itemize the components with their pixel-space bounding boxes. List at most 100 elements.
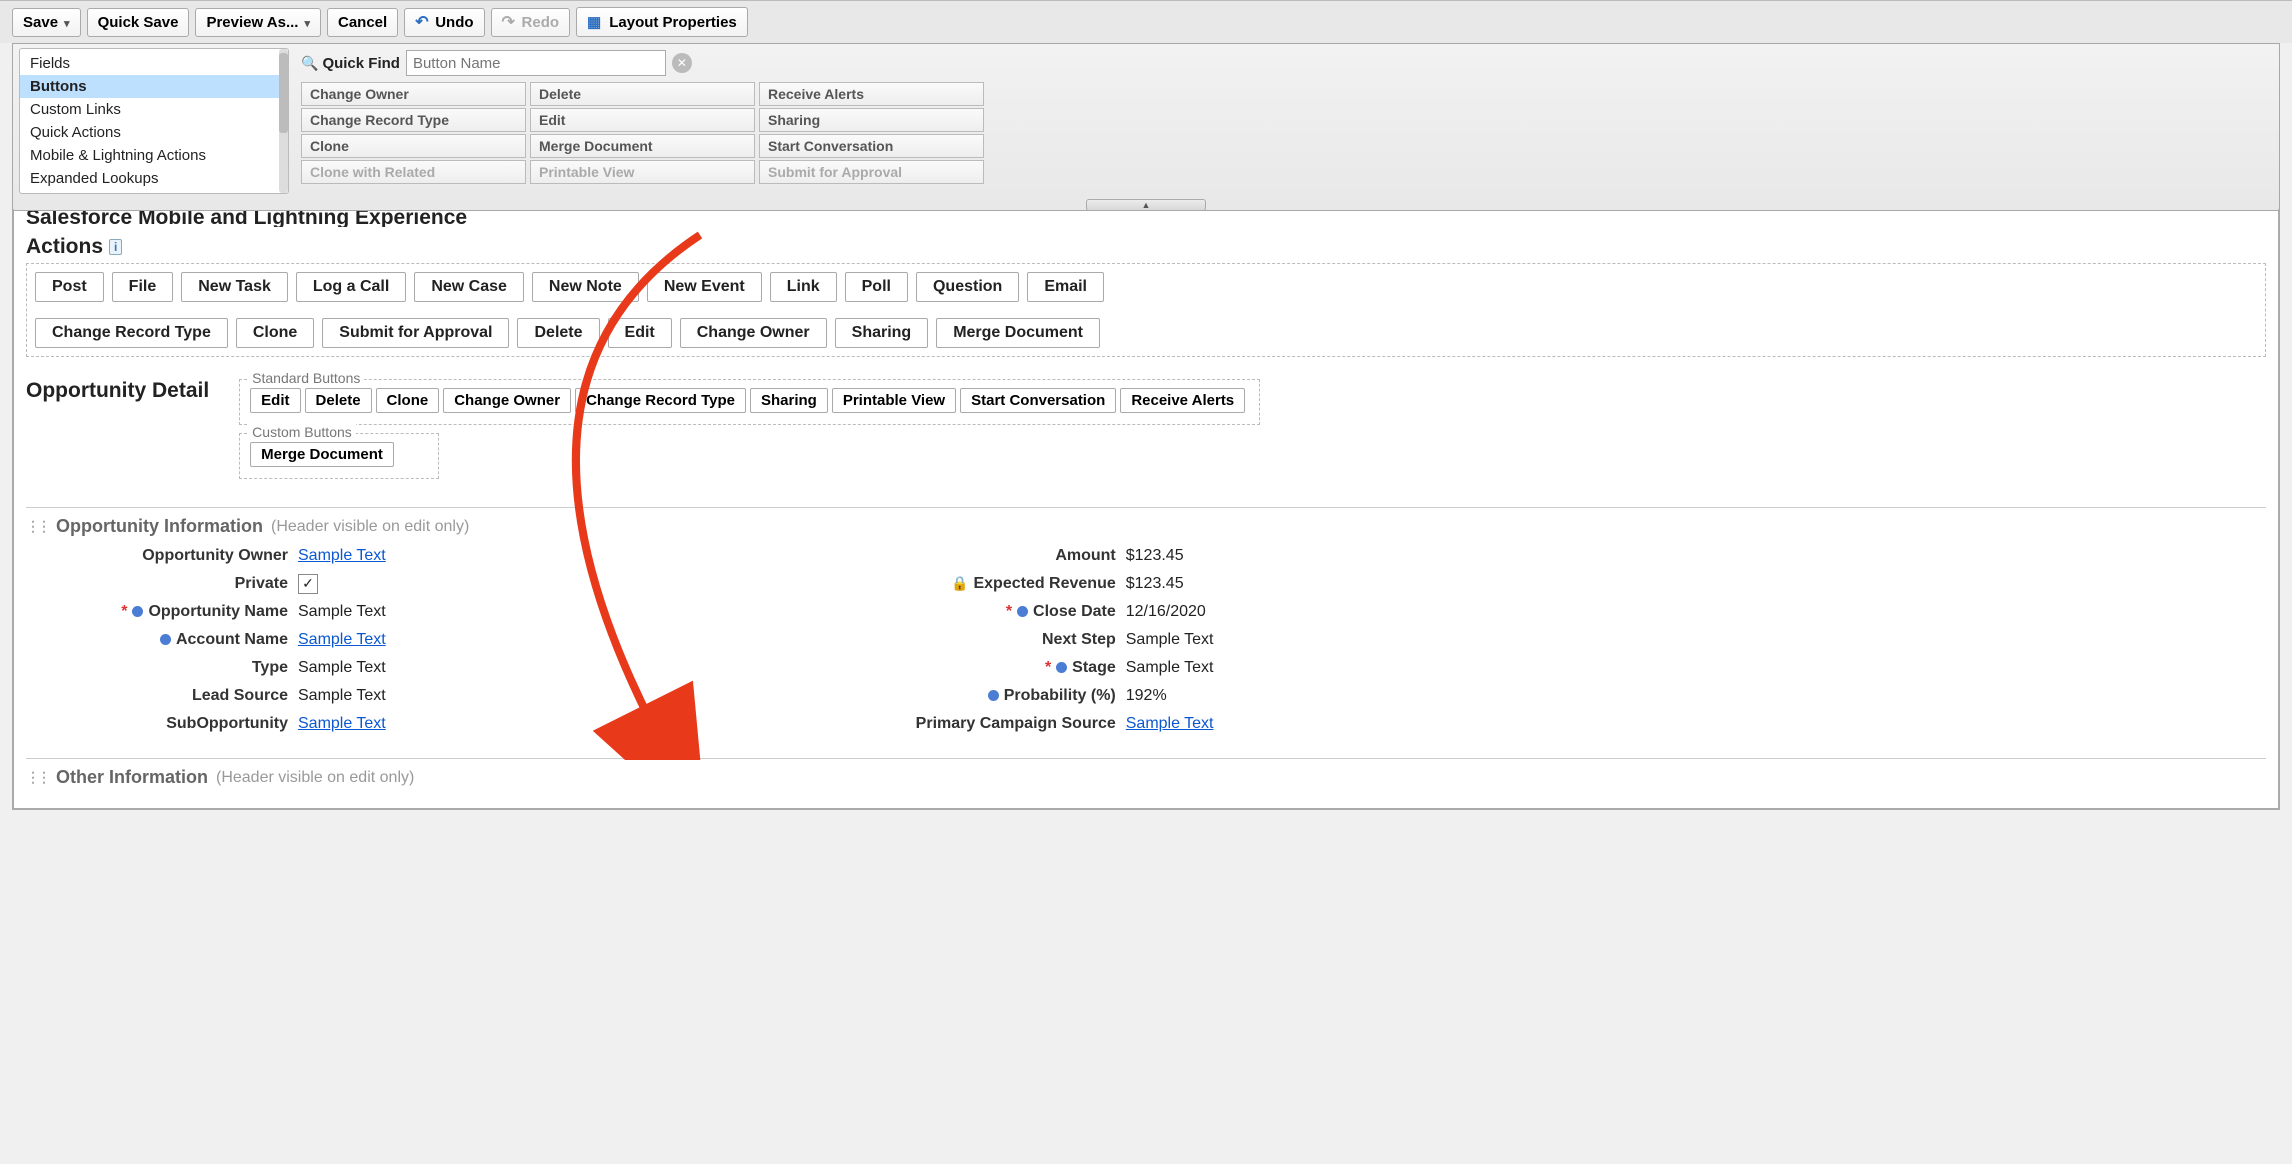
action-question[interactable]: Question: [916, 272, 1019, 302]
palette-category-expanded-lookups[interactable]: Expanded Lookups: [20, 167, 288, 190]
field-label: Primary Campaign Source: [866, 715, 1116, 733]
palette-button-change-owner[interactable]: Change Owner: [301, 82, 526, 106]
action-submit-for-approval[interactable]: Submit for Approval: [322, 318, 509, 348]
section-subtitle: (Header visible on edit only): [271, 518, 469, 536]
checkbox-checked-icon: ✓: [298, 574, 318, 594]
palette-category-quick-actions[interactable]: Quick Actions: [20, 121, 288, 144]
palette-button-merge-document[interactable]: Merge Document: [530, 134, 755, 158]
search-icon: [301, 55, 318, 72]
action-poll[interactable]: Poll: [845, 272, 908, 302]
action-change-record-type[interactable]: Change Record Type: [35, 318, 228, 348]
palette-button-submit-for-approval[interactable]: Submit for Approval: [759, 160, 984, 184]
actions-container: Post FileNew Task Log a Call New Case New No…: [26, 263, 2266, 357]
action-sharing[interactable]: Sharing: [835, 318, 929, 348]
std-button-change-owner[interactable]: Change Owner: [443, 388, 571, 413]
palette-button-clone[interactable]: Clone: [301, 134, 526, 158]
palette-category-fields[interactable]: Fields: [20, 52, 288, 75]
sample-link[interactable]: Sample Text: [1126, 715, 1214, 732]
std-button-change-record-type[interactable]: Change Record Type: [575, 388, 746, 413]
field-label: *Close Date: [866, 603, 1116, 621]
custom-buttons-group: Custom Buttons Merge Document: [239, 433, 439, 479]
field-label: Account Name: [38, 631, 288, 649]
action-clone[interactable]: Clone: [236, 318, 314, 348]
palette-button-change-record-type[interactable]: Change Record Type: [301, 108, 526, 132]
field-expected-revenue: Expected Revenue$123.45: [866, 571, 1214, 596]
palette-category-buttons[interactable]: Buttons: [20, 75, 288, 98]
field-value: Sample Text: [1126, 659, 1214, 677]
field-value: $123.45: [1126, 575, 1184, 593]
section-subtitle: (Header visible on edit only): [216, 769, 414, 787]
action-merge-document[interactable]: Merge Document: [936, 318, 1100, 348]
field-type-dot-icon: [1056, 662, 1067, 673]
field-type: TypeSample Text: [38, 655, 386, 680]
layout-canvas: Salesforce Mobile and Lightning Experien…: [12, 205, 2280, 810]
standard-buttons-legend: Standard Buttons: [248, 370, 364, 386]
cust-button-merge-document[interactable]: Merge Document: [250, 442, 394, 467]
action-link[interactable]: Link: [770, 272, 837, 302]
action-email[interactable]: Email: [1027, 272, 1104, 302]
palette-collapse-handle[interactable]: [1086, 199, 1206, 211]
palette-button-sharing[interactable]: Sharing: [759, 108, 984, 132]
action-new-task[interactable]: New Task: [181, 272, 288, 302]
action-new-note[interactable]: New Note: [532, 272, 639, 302]
palette-button-edit[interactable]: Edit: [530, 108, 755, 132]
action-file[interactable]: File: [112, 272, 174, 302]
field-stage: *Stage Sample Text: [866, 655, 1214, 680]
std-button-clone[interactable]: Clone: [376, 388, 440, 413]
quick-find-label: Quick Find: [301, 55, 400, 72]
top-toolbar: Save Quick Save Preview As... Cancel Und…: [0, 0, 2292, 43]
action-edit[interactable]: Edit: [608, 318, 672, 348]
layout-properties-button[interactable]: Layout Properties: [576, 7, 748, 37]
save-button[interactable]: Save: [12, 8, 81, 37]
action-log-a-call[interactable]: Log a Call: [296, 272, 406, 302]
cancel-button[interactable]: Cancel: [327, 8, 398, 37]
field-label: Probability (%): [866, 687, 1116, 705]
std-button-receive-alerts[interactable]: Receive Alerts: [1120, 388, 1245, 413]
palette-button-receive-alerts[interactable]: Receive Alerts: [759, 82, 984, 106]
field-label: *Stage: [866, 659, 1116, 677]
palette-button-clone-with-related[interactable]: Clone with Related: [301, 160, 526, 184]
drag-handle-icon[interactable]: [26, 769, 48, 787]
std-button-delete[interactable]: Delete: [305, 388, 372, 413]
quick-save-button[interactable]: Quick Save: [87, 8, 190, 37]
undo-button[interactable]: Undo: [404, 8, 484, 37]
action-new-case[interactable]: New Case: [414, 272, 524, 302]
std-button-start-conversation[interactable]: Start Conversation: [960, 388, 1116, 413]
palette-category-mobile-lightning-actions[interactable]: Mobile & Lightning Actions: [20, 144, 288, 167]
action-delete[interactable]: Delete: [517, 318, 599, 348]
field-account-name: Account Name Sample Text: [38, 627, 386, 652]
action-post[interactable]: Post: [35, 272, 104, 302]
sample-link[interactable]: Sample Text: [298, 715, 386, 732]
section-opportunity-information: Opportunity Information (Header visible o…: [26, 507, 2266, 736]
palette-button-delete[interactable]: Delete: [530, 82, 755, 106]
section-title: Opportunity Information: [56, 516, 263, 537]
field-value: Sample Text: [298, 603, 386, 621]
field-value: Sample Text: [1126, 715, 1214, 733]
palette-scrollbar[interactable]: [279, 49, 288, 193]
field-value: 192%: [1126, 687, 1167, 705]
drag-handle-icon[interactable]: [26, 518, 48, 536]
preview-as-button[interactable]: Preview As...: [195, 8, 321, 37]
undo-icon: [415, 14, 431, 30]
quick-find-clear-button[interactable]: ✕: [672, 53, 692, 73]
std-button-sharing[interactable]: Sharing: [750, 388, 828, 413]
lock-icon: [951, 575, 968, 593]
std-button-printable-view[interactable]: Printable View: [832, 388, 956, 413]
action-new-event[interactable]: New Event: [647, 272, 762, 302]
field-lead-source: Lead SourceSample Text: [38, 683, 386, 708]
palette-button-printable-view[interactable]: Printable View: [530, 160, 755, 184]
std-button-edit[interactable]: Edit: [250, 388, 300, 413]
action-change-owner[interactable]: Change Owner: [680, 318, 827, 348]
field-label: Opportunity Owner: [38, 547, 288, 565]
palette-button-start-conversation[interactable]: Start Conversation: [759, 134, 984, 158]
field-opportunity-name: *Opportunity NameSample Text: [38, 599, 386, 624]
sample-link[interactable]: Sample Text: [298, 547, 386, 564]
redo-button[interactable]: Redo: [491, 8, 571, 37]
quick-find-input[interactable]: [406, 50, 666, 76]
layout-icon: [587, 13, 605, 31]
field-private: Private✓: [38, 571, 386, 596]
sample-link[interactable]: Sample Text: [298, 631, 386, 648]
field-value: Sample Text: [298, 687, 386, 705]
palette-category-custom-links[interactable]: Custom Links: [20, 98, 288, 121]
info-icon[interactable]: i: [109, 239, 122, 255]
